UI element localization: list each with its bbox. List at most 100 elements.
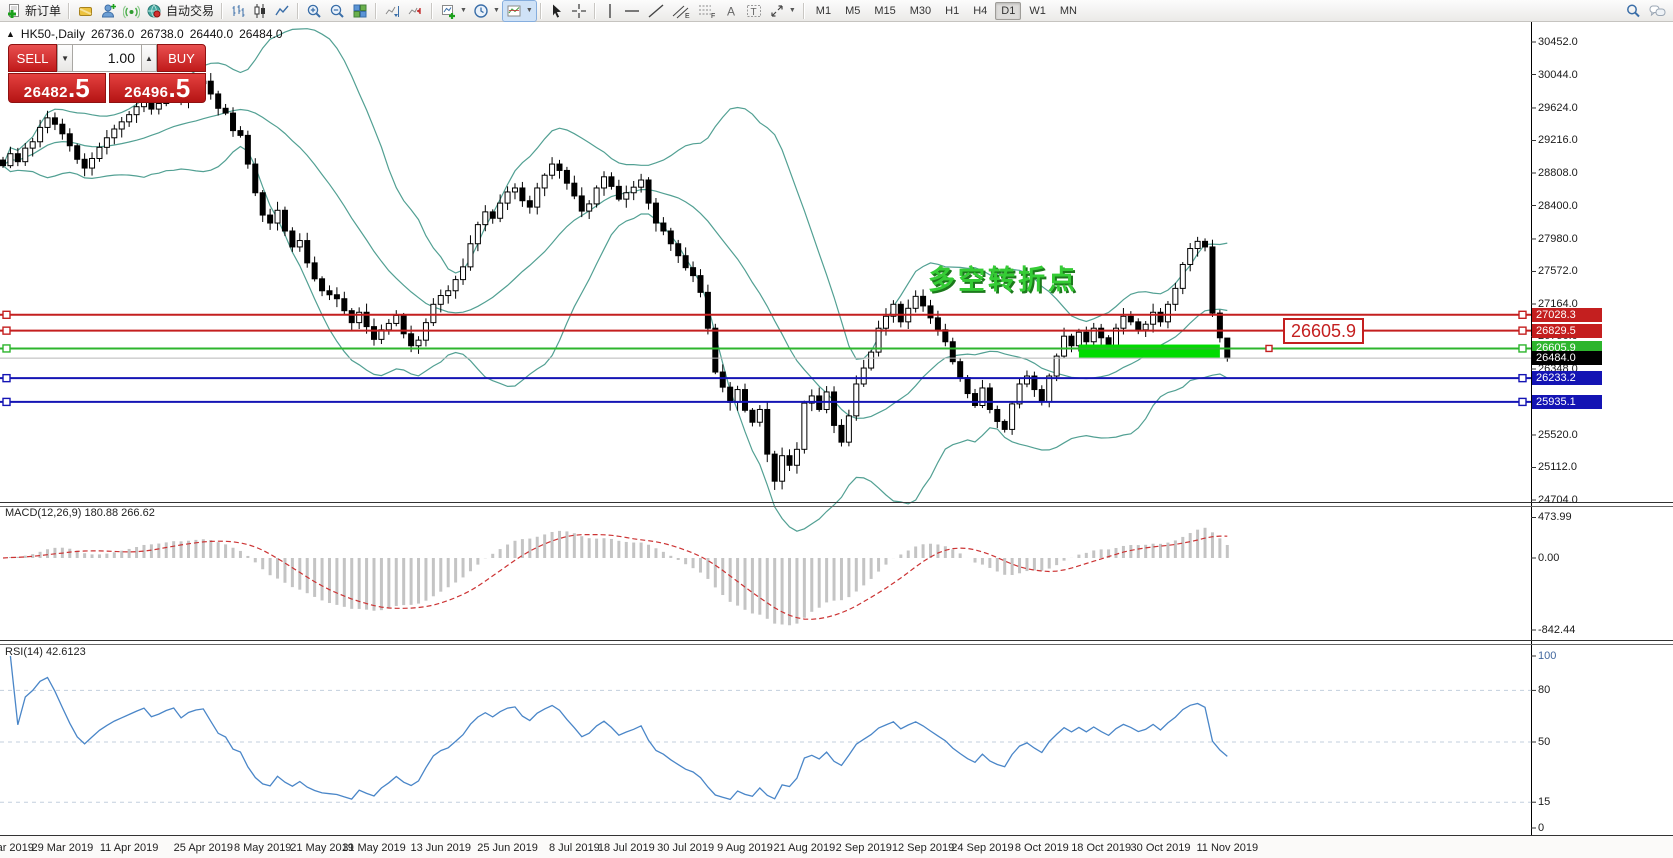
search-button[interactable] — [1622, 1, 1645, 21]
horizontal-line-button[interactable] — [620, 1, 644, 21]
buy-price-fraction: .5 — [169, 75, 191, 101]
timeframe-button-m1[interactable]: M1 — [810, 2, 837, 20]
sell-price-button[interactable]: 26482 .5 — [8, 73, 106, 103]
candlestick-type-button[interactable] — [249, 1, 271, 21]
price-callout[interactable]: 26605.9 — [1283, 318, 1364, 344]
rsi-indicator-label: RSI(14) 42.6123 — [5, 646, 86, 658]
turning-point-annotation[interactable]: 多空转折点 — [928, 258, 1078, 297]
date-axis-tick: 25 Jun 2019 — [477, 842, 538, 854]
periods-dropdown[interactable]: ▼ — [470, 1, 503, 21]
vertical-line-button[interactable] — [600, 1, 620, 21]
date-axis-tick: 19 Mar 2019 — [0, 842, 34, 854]
price-axis-tick: 30044.0 — [1538, 69, 1578, 81]
one-click-trade-panel: SELL ▼ ▲ BUY 26482 .5 26496 .5 — [8, 44, 206, 103]
channel-button[interactable]: E — [668, 1, 694, 21]
accounts-button[interactable] — [97, 1, 120, 21]
volume-down-button[interactable]: ▼ — [57, 44, 73, 72]
date-axis-tick: 21 Aug 2019 — [773, 842, 835, 854]
price-axis-tick: 28400.0 — [1538, 200, 1578, 212]
fibonacci-icon: F — [697, 3, 717, 19]
signals-button[interactable] — [120, 1, 143, 21]
buy-price-main: 26496 — [124, 84, 168, 101]
timeframe-button-h4[interactable]: H4 — [967, 2, 993, 20]
metaeditor-button[interactable] — [74, 1, 97, 21]
price-axis-tick: 24704.0 — [1538, 494, 1578, 506]
new-order-icon — [6, 3, 22, 19]
fibonacci-button[interactable]: F — [694, 1, 720, 21]
separator — [594, 3, 596, 19]
chart-canvas[interactable] — [0, 0, 1673, 858]
symbol-marker-icon: ▲ — [6, 29, 15, 39]
text-icon: A — [723, 3, 739, 19]
cursor-button[interactable] — [546, 1, 568, 21]
text-label-icon: T — [745, 3, 763, 19]
autotrading-label: 自动交易 — [166, 2, 214, 19]
tile-windows-button[interactable] — [349, 1, 371, 21]
date-axis-tick: 11 Apr 2019 — [100, 842, 159, 854]
timeframe-button-h1[interactable]: H1 — [939, 2, 965, 20]
trendline-button[interactable] — [644, 1, 668, 21]
dropdown-arrow-icon: ▼ — [526, 7, 533, 14]
new-order-button[interactable]: 新订单 — [3, 1, 64, 21]
timeframe-button-m30[interactable]: M30 — [904, 2, 937, 20]
date-axis-tick: 13 Jun 2019 — [410, 842, 471, 854]
date-axis-tick: 24 Sep 2019 — [951, 842, 1013, 854]
new-chart-icon — [440, 3, 456, 19]
zoom-in-icon — [306, 3, 323, 19]
timeframe-button-m5[interactable]: M5 — [839, 2, 866, 20]
svg-text:F: F — [711, 13, 715, 19]
arrows-dropdown[interactable]: ▼ — [766, 1, 799, 21]
candlestick-icon — [252, 3, 268, 19]
zoom-in-button[interactable] — [303, 1, 326, 21]
svg-text:T: T — [750, 7, 756, 18]
separator — [68, 3, 70, 19]
crosshair-button[interactable] — [568, 1, 590, 21]
auto-scroll-button[interactable] — [381, 1, 404, 21]
new-chart-dropdown[interactable]: ▼ — [437, 1, 470, 21]
buy-price-button[interactable]: 26496 .5 — [109, 73, 207, 103]
chart-shift-button[interactable] — [404, 1, 427, 21]
sell-price-main: 26482 — [24, 84, 68, 101]
line-chart-type-button[interactable] — [271, 1, 293, 21]
price-axis-tick: 28808.0 — [1538, 167, 1578, 179]
text-label-button[interactable]: T — [742, 1, 766, 21]
bar-chart-type-button[interactable] — [227, 1, 249, 21]
date-axis-tick: 12 Sep 2019 — [892, 842, 954, 854]
text-button[interactable]: A — [720, 1, 742, 21]
templates-dropdown[interactable]: ▼ — [503, 1, 536, 21]
separator — [431, 3, 433, 19]
chat-button[interactable] — [1645, 1, 1670, 21]
date-axis-tick: 2 Sep 2019 — [836, 842, 892, 854]
timeframe-button-m15[interactable]: M15 — [868, 2, 901, 20]
price-axis-tick: 25112.0 — [1538, 461, 1577, 473]
date-axis-tick: 11 Nov 2019 — [1197, 842, 1259, 854]
search-icon — [1625, 3, 1642, 19]
separator — [540, 3, 542, 19]
ohlc-low: 26440.0 — [190, 27, 233, 41]
date-axis-tick: 29 Mar 2019 — [31, 842, 93, 854]
price-line-tag: 26233.2 — [1532, 371, 1602, 385]
timeframe-button-d1[interactable]: D1 — [995, 2, 1021, 20]
buy-button[interactable]: BUY — [157, 44, 206, 72]
volume-input[interactable] — [73, 44, 141, 72]
signal-icon — [123, 3, 140, 19]
sell-button[interactable]: SELL — [8, 44, 57, 72]
equidistant-channel-icon: E — [671, 3, 691, 19]
ohlc-close: 26484.0 — [239, 27, 282, 41]
date-axis-tick: 8 Oct 2019 — [1015, 842, 1069, 854]
rsi-axis-tick: 15 — [1538, 796, 1550, 808]
price-axis-tick: 29624.0 — [1538, 102, 1578, 114]
date-axis-tick: 8 Jul 2019 — [549, 842, 600, 854]
add-contact-icon — [100, 3, 117, 19]
zoom-out-button[interactable] — [326, 1, 349, 21]
price-axis-tick: 30452.0 — [1538, 36, 1578, 48]
new-order-label: 新订单 — [25, 2, 61, 19]
timeframe-button-w1[interactable]: W1 — [1023, 2, 1052, 20]
trendline-icon — [647, 3, 665, 19]
autotrading-button[interactable]: 自动交易 — [143, 1, 217, 21]
volume-up-button[interactable]: ▲ — [141, 44, 157, 72]
date-axis-tick: 25 Apr 2019 — [174, 842, 233, 854]
separator — [803, 3, 805, 19]
timeframe-button-mn[interactable]: MN — [1054, 2, 1083, 20]
date-axis-tick: 9 Aug 2019 — [717, 842, 773, 854]
